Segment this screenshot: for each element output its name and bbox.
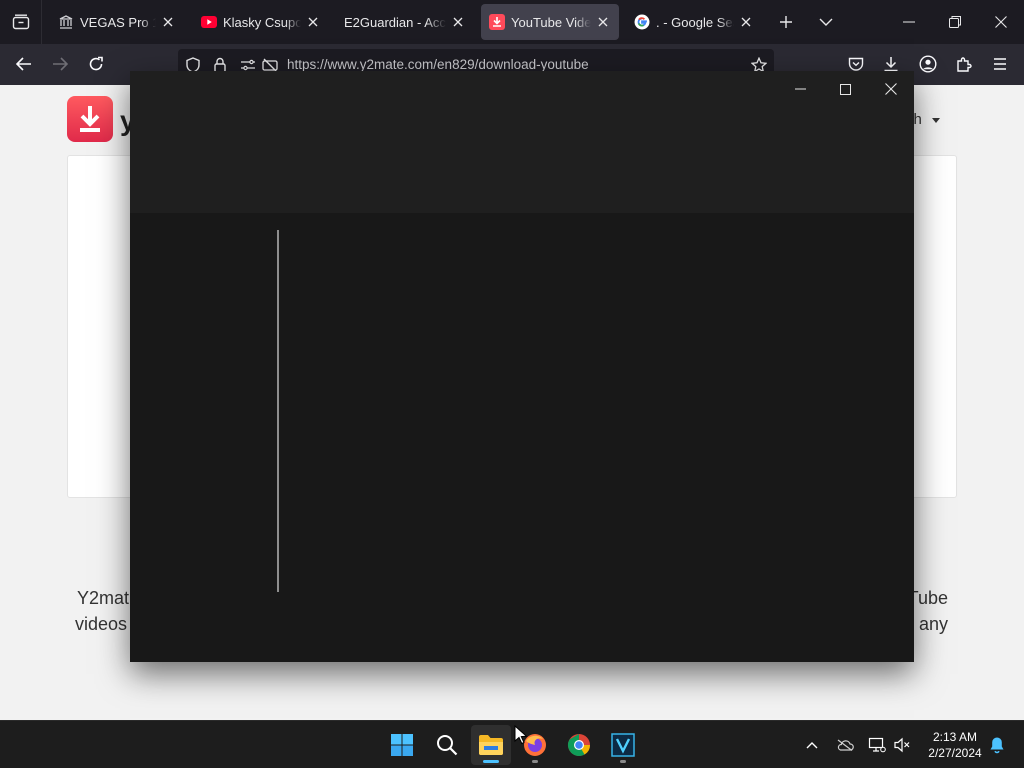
tab-close-icon[interactable] [738, 14, 754, 30]
chevron-up-icon [806, 742, 818, 749]
tab-klasky-csupo[interactable]: Klasky Csupo New Logo [193, 4, 329, 40]
clock-date: 2/27/2024 [928, 746, 982, 760]
tab-vegas-pro[interactable]: VEGAS Pro 18.0 Support [50, 4, 184, 40]
tab-close-icon[interactable] [305, 14, 321, 30]
y2mate-logo[interactable] [67, 96, 113, 142]
taskbar-chrome[interactable] [559, 725, 599, 765]
forward-button[interactable] [44, 48, 76, 80]
clock-time: 2:13 AM [932, 730, 978, 744]
plus-icon [780, 16, 792, 28]
description-line: Y2mat [77, 588, 130, 608]
chrome-icon [568, 734, 590, 756]
tab-close-icon[interactable] [595, 14, 611, 30]
close-window-button[interactable] [978, 0, 1024, 44]
blank-app-window[interactable] [130, 71, 914, 662]
show-hidden-icons-button[interactable] [800, 733, 824, 757]
back-button[interactable] [8, 48, 40, 80]
network-tray-button[interactable] [865, 733, 889, 757]
windows-logo-icon [391, 734, 413, 756]
url-text[interactable]: https://www.y2mate.com/en829/download-yo… [287, 57, 589, 72]
tab-title: VEGAS Pro 18.0 Support [80, 14, 156, 30]
tab-overview-icon [12, 14, 29, 30]
chevron-down-icon [819, 18, 833, 26]
tab-overview-button[interactable] [0, 0, 42, 44]
page-description-left: Y2mat videos [75, 585, 130, 637]
new-tab-button[interactable] [768, 4, 804, 40]
app-minimize-button[interactable] [777, 75, 823, 103]
close-icon [995, 16, 1007, 28]
description-line: videos [75, 614, 128, 634]
download-arrow-icon [80, 106, 100, 132]
folder-icon [479, 735, 503, 755]
youtube-icon [201, 14, 217, 30]
onedrive-tray-button[interactable] [833, 733, 857, 757]
search-icon [437, 735, 458, 756]
app-menu-button[interactable] [984, 48, 1016, 80]
close-icon [885, 83, 897, 95]
vertical-divider-line [277, 230, 279, 592]
account-button[interactable] [912, 48, 944, 80]
tab-title: YouTube Video Downloader [511, 14, 591, 30]
library-icon [58, 14, 74, 30]
tab-strip: VEGAS Pro 18.0 Support Klasky Csupo New … [0, 0, 1024, 44]
hamburger-menu-icon [994, 58, 1006, 70]
app-close-button[interactable] [868, 75, 914, 103]
mouse-cursor [514, 724, 528, 750]
cursor-arrow-icon [514, 724, 528, 745]
reload-icon [89, 56, 103, 71]
arrow-right-icon [53, 57, 68, 71]
tab-title: . - Google Search [656, 14, 734, 30]
notifications-button[interactable] [985, 733, 1009, 757]
reload-button[interactable] [80, 48, 112, 80]
taskbar-clock[interactable]: 2:13 AM 2/27/2024 [918, 729, 992, 761]
bell-icon [990, 737, 1004, 754]
minimize-icon [903, 21, 915, 23]
google-icon [634, 14, 650, 30]
taskbar-file-explorer[interactable] [471, 725, 511, 765]
network-icon [868, 737, 886, 753]
minimize-icon [794, 88, 806, 90]
tab-youtube-video-downloader[interactable]: YouTube Video Downloader [481, 4, 619, 40]
volume-muted-icon [894, 737, 910, 753]
account-icon [919, 55, 937, 73]
start-button[interactable] [382, 725, 422, 765]
tab-title: E2Guardian - Access Denied [344, 14, 446, 30]
tab-e2guardian[interactable]: E2Guardian - Access Denied [336, 4, 474, 40]
caret-down-icon[interactable] [932, 118, 940, 123]
tab-close-icon[interactable] [160, 14, 176, 30]
windows-taskbar: 2:13 AM 2/27/2024 [0, 720, 1024, 768]
taskbar-search-button[interactable] [427, 725, 467, 765]
restore-button[interactable] [932, 0, 978, 44]
download-icon [884, 57, 898, 72]
minimize-button[interactable] [886, 0, 932, 44]
taskbar-vegas-pro[interactable] [603, 725, 643, 765]
restore-icon [949, 16, 961, 28]
tab-close-icon[interactable] [450, 14, 466, 30]
arrow-left-icon [16, 57, 31, 71]
pocket-icon [848, 57, 864, 71]
extensions-button[interactable] [948, 48, 980, 80]
volume-tray-button[interactable] [890, 733, 914, 757]
list-all-tabs-button[interactable] [808, 4, 844, 40]
app-maximize-button[interactable] [822, 75, 868, 103]
maximize-icon [839, 83, 851, 95]
vegas-pro-icon [611, 733, 635, 757]
puzzle-icon [957, 57, 972, 72]
y2mate-icon [489, 14, 505, 30]
tab-title: Klasky Csupo New Logo [223, 14, 301, 30]
tab-google-search[interactable]: . - Google Search [626, 4, 762, 40]
cloud-offline-icon [837, 739, 854, 751]
